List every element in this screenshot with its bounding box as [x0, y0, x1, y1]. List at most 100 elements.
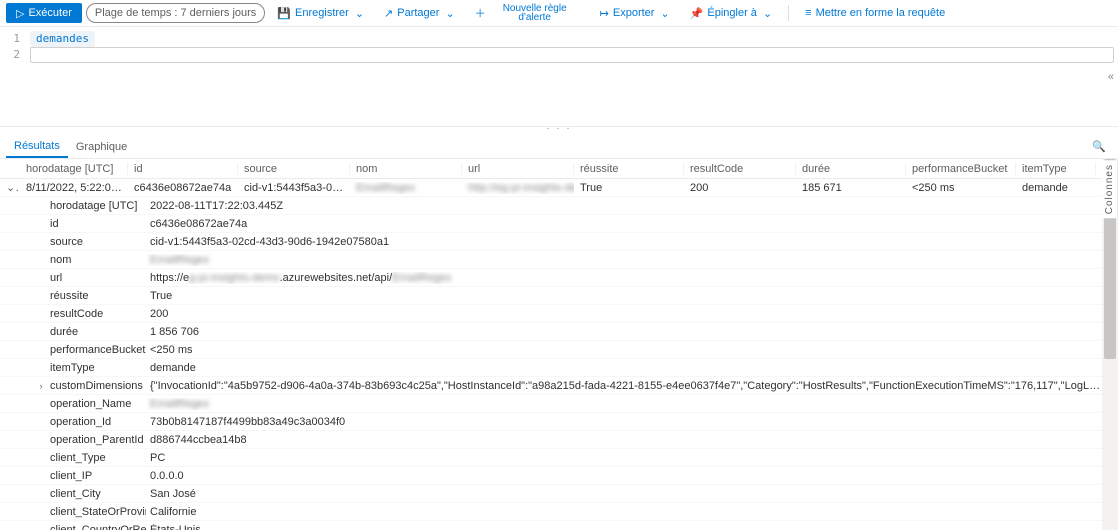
- col-nom[interactable]: nom: [350, 163, 462, 175]
- new-alert-label: Nouvelle règle d'alerte: [490, 4, 580, 22]
- detail-value: San José: [146, 488, 1102, 500]
- detail-key: client_CountryOrRegion: [48, 524, 146, 530]
- table-row[interactable]: ⌄ 8/11/2022, 5:22:03.445 PM c6436e08672a…: [0, 179, 1102, 197]
- detail-key: performanceBucket: [48, 344, 146, 356]
- detail-value: 1 856 706: [146, 326, 1102, 338]
- cell-nom: EmailRegex: [350, 182, 462, 194]
- detail-key: client_IP: [48, 470, 146, 482]
- grid-header: horodatage [UTC] id source nom url réuss…: [0, 159, 1102, 179]
- row-detail: horodatage [UTC]2022-08-11T17:22:03.445Z…: [0, 197, 1102, 530]
- detail-value: États-Unis: [146, 524, 1102, 530]
- detail-key: resultCode: [48, 308, 146, 320]
- share-icon: ↗: [384, 7, 393, 20]
- cell-id: c6436e08672ae74a: [128, 182, 238, 194]
- format-button[interactable]: ≡ Mettre en forme la requête: [797, 3, 953, 23]
- col-url[interactable]: url: [462, 163, 574, 175]
- timerange-label: Plage de temps : 7 derniers jours: [95, 7, 256, 19]
- pin-label: Épingler à: [707, 7, 757, 19]
- search-icon[interactable]: 🔍: [1086, 140, 1112, 153]
- chevron-down-icon: ⌄: [355, 7, 364, 20]
- toolbar: ▷ Exécuter Plage de temps : 7 derniers j…: [0, 0, 1118, 27]
- detail-key: réussite: [48, 290, 146, 302]
- line-number: 1: [0, 31, 20, 47]
- timerange-button[interactable]: Plage de temps : 7 derniers jours: [86, 3, 265, 23]
- editor-cursor-line: [30, 47, 1114, 63]
- tab-results[interactable]: Résultats: [6, 136, 68, 158]
- new-alert-button[interactable]: ＋ Nouvelle règle d'alerte: [467, 3, 588, 23]
- expand-icon[interactable]: ›: [34, 381, 48, 391]
- detail-value: 2022-08-11T17:22:03.445Z: [146, 200, 1102, 212]
- detail-key: client_Type: [48, 452, 146, 464]
- detail-value: EmailRegex: [146, 398, 1102, 410]
- chevron-down-icon: ⌄: [445, 7, 454, 20]
- line-number: 2: [0, 47, 20, 63]
- detail-key: horodatage [UTC]: [48, 200, 146, 212]
- editor-gutter: 1 2: [0, 27, 26, 126]
- share-button[interactable]: ↗ Partager ⌄: [376, 3, 463, 23]
- format-label: Mettre en forme la requête: [816, 7, 946, 19]
- plus-icon: ＋: [475, 5, 486, 21]
- cell-reussite: True: [574, 182, 684, 194]
- col-reussite[interactable]: réussite: [574, 163, 684, 175]
- col-perfbucket[interactable]: performanceBucket: [906, 163, 1016, 175]
- col-resultcode[interactable]: resultCode: [684, 163, 796, 175]
- detail-value: d886744ccbea14b8: [146, 434, 1102, 446]
- detail-key: client_StateOrProvince: [48, 506, 146, 518]
- detail-key: operation_Id: [48, 416, 146, 428]
- detail-value: cid-v1:5443f5a3-02cd-43d3-90d6-1942e0758…: [146, 236, 1102, 248]
- detail-value: PC: [146, 452, 1102, 464]
- pin-icon: 📌: [690, 7, 704, 20]
- chevron-down-icon: ⌄: [763, 7, 772, 20]
- col-duree[interactable]: durée: [796, 163, 906, 175]
- detail-value: 200: [146, 308, 1102, 320]
- export-button[interactable]: ↦ Exporter ⌄: [592, 3, 678, 23]
- results-grid: horodatage [UTC] id source nom url réuss…: [0, 159, 1102, 530]
- col-id[interactable]: id: [128, 163, 238, 175]
- detail-key: id: [48, 218, 146, 230]
- detail-value: https://eg-pi-insights-demo.azurewebsite…: [146, 272, 1102, 284]
- row-expand-icon[interactable]: ⌄: [0, 181, 20, 194]
- col-timestamp[interactable]: horodatage [UTC]: [20, 163, 128, 175]
- cell-url: http://eg-pi-insights-demo…: [462, 182, 574, 194]
- col-itemtype[interactable]: itemType: [1016, 163, 1096, 175]
- save-icon: 💾: [277, 7, 291, 20]
- col-source[interactable]: source: [238, 163, 350, 175]
- cell-source: cid-v1:5443f5a3-02cd-43d3-9…: [238, 182, 350, 194]
- tab-chart[interactable]: Graphique: [68, 137, 135, 157]
- format-icon: ≡: [805, 7, 811, 19]
- detail-value: 0.0.0.0: [146, 470, 1102, 482]
- save-button[interactable]: 💾 Enregistrer ⌄: [269, 3, 372, 23]
- export-icon: ↦: [600, 7, 609, 20]
- detail-value: EmailRegex: [146, 254, 1102, 266]
- detail-value: demande: [146, 362, 1102, 374]
- detail-key: operation_ParentId: [48, 434, 146, 446]
- cell-duree: 185 671: [796, 182, 906, 194]
- columns-side-tab[interactable]: Colonnes: [1102, 160, 1118, 218]
- query-editor[interactable]: 1 2 demandes «: [0, 27, 1118, 127]
- detail-key: itemType: [48, 362, 146, 374]
- cell-itemtype: demande: [1016, 182, 1096, 194]
- save-label: Enregistrer: [295, 7, 349, 19]
- collapse-right-icon[interactable]: «: [1108, 71, 1114, 83]
- editor-code[interactable]: demandes: [26, 27, 1118, 126]
- detail-key: url: [48, 272, 146, 284]
- cell-resultcode: 200: [684, 182, 796, 194]
- detail-value: <250 ms: [146, 344, 1102, 356]
- detail-value: {"InvocationId":"4a5b9752-d906-4a0a-374b…: [146, 380, 1102, 392]
- detail-value: Californie: [146, 506, 1102, 518]
- pin-button[interactable]: 📌 Épingler à ⌄: [682, 3, 780, 23]
- detail-value: c6436e08672ae74a: [146, 218, 1102, 230]
- run-button[interactable]: ▷ Exécuter: [6, 3, 82, 23]
- cell-timestamp: 8/11/2022, 5:22:03.445 PM: [20, 182, 128, 194]
- result-tabs: Résultats Graphique 🔍: [0, 135, 1118, 159]
- detail-value: True: [146, 290, 1102, 302]
- detail-key: client_City: [48, 488, 146, 500]
- share-label: Partager: [397, 7, 439, 19]
- query-token: demandes: [30, 31, 95, 47]
- play-icon: ▷: [16, 7, 24, 20]
- chevron-down-icon: ⌄: [660, 7, 669, 20]
- detail-key: customDimensions: [48, 380, 146, 392]
- detail-value: 73b0b8147187f4499bb83a49c3a0034f0: [146, 416, 1102, 428]
- splitter-handle[interactable]: · · ·: [0, 127, 1118, 135]
- export-label: Exporter: [613, 7, 655, 19]
